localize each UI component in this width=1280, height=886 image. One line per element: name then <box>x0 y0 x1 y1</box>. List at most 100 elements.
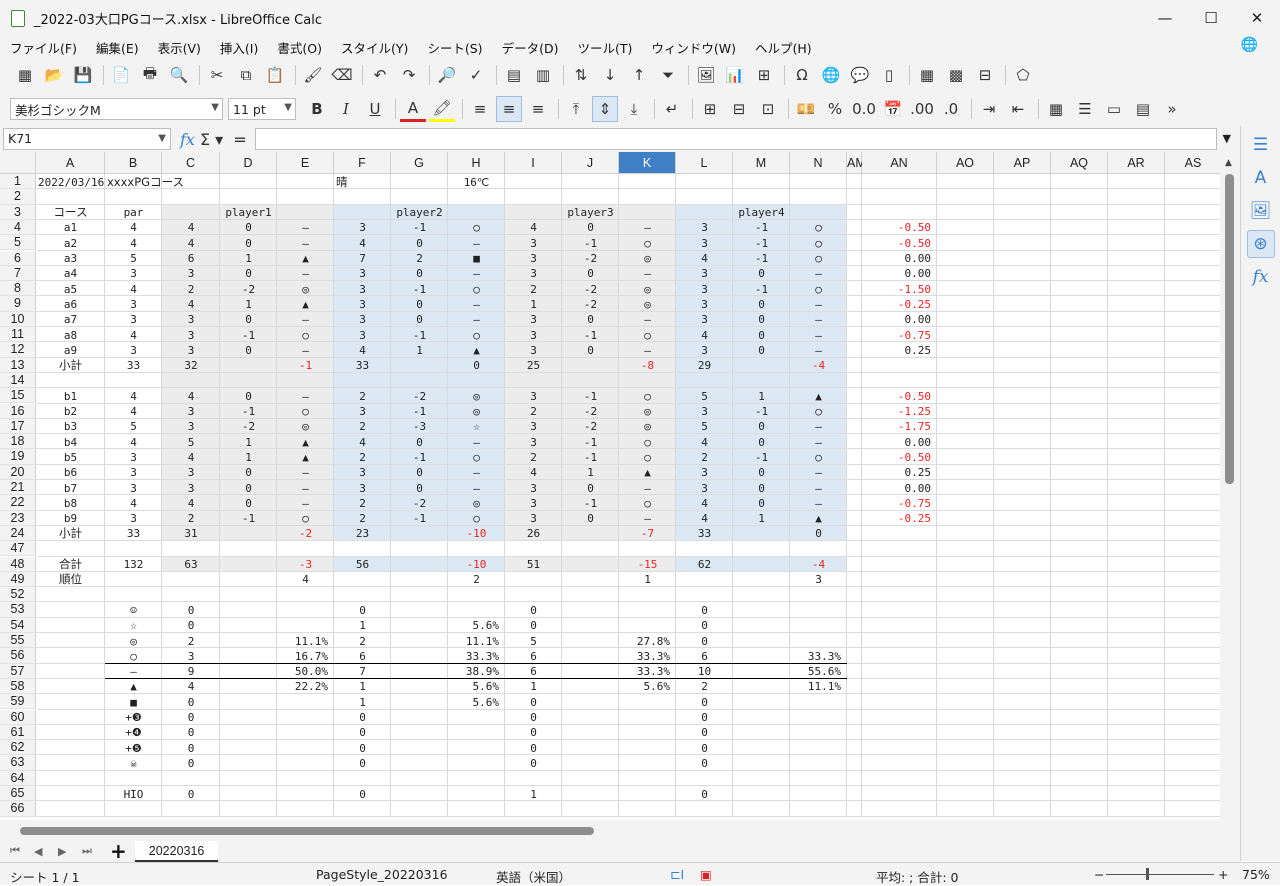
cell[interactable]: 2 <box>391 251 448 266</box>
cell[interactable]: 3 <box>790 572 847 587</box>
column-icon[interactable]: ▥ <box>530 62 556 88</box>
cell[interactable]: 38.9% <box>448 664 499 679</box>
cell[interactable]: 3 <box>676 220 733 235</box>
redo-icon[interactable]: ↷ <box>396 62 422 88</box>
cell[interactable]: 0 <box>162 787 220 802</box>
cell[interactable]: 3 <box>334 266 391 281</box>
scroll-up-icon[interactable]: ▲ <box>1225 158 1232 168</box>
cell[interactable]: 4 <box>676 511 733 526</box>
cell[interactable]: 4 <box>105 435 162 450</box>
row-header[interactable]: 52 <box>0 587 36 603</box>
bold-icon[interactable]: B <box>304 96 330 122</box>
cell[interactable]: 1 <box>334 695 391 710</box>
cell[interactable]: -1 <box>220 328 277 343</box>
cell[interactable]: 0 <box>220 236 277 251</box>
font-size-box[interactable]: 11 pt ▼ <box>228 98 296 120</box>
cell[interactable]: 0 <box>733 465 790 480</box>
row-header[interactable]: 19 <box>0 449 36 465</box>
cell[interactable]: 11.1% <box>790 679 841 694</box>
cell[interactable]: ■ <box>448 251 505 266</box>
cell[interactable]: 5 <box>676 389 733 404</box>
cell[interactable]: 4 <box>676 496 733 511</box>
row-header[interactable]: 59 <box>0 694 36 710</box>
menu-edit[interactable]: 編集(E) <box>86 38 148 57</box>
cell[interactable]: 63 <box>162 557 220 572</box>
cell[interactable]: 4 <box>162 496 220 511</box>
cell[interactable]: -4 <box>790 557 847 572</box>
cell[interactable]: — <box>448 435 505 450</box>
row-header[interactable]: 5 <box>0 235 36 251</box>
cell[interactable]: — <box>619 511 676 526</box>
menu-view[interactable]: 表示(V) <box>148 38 210 57</box>
cell[interactable]: 62 <box>676 557 733 572</box>
cell[interactable]: 0 <box>676 603 733 618</box>
row-header[interactable]: 23 <box>0 510 36 526</box>
styles-icon[interactable]: A <box>1247 164 1275 192</box>
cell[interactable]: +❸ <box>105 710 162 725</box>
vertical-scrollbar[interactable]: ▲ <box>1220 152 1240 820</box>
cell[interactable]: 3 <box>334 297 391 312</box>
cell[interactable]: 2 <box>162 282 220 297</box>
cell[interactable]: a3 <box>36 251 105 266</box>
cell[interactable]: 2 <box>448 572 505 587</box>
cell[interactable]: 0 <box>562 220 619 235</box>
cell[interactable]: -1 <box>220 511 277 526</box>
cell[interactable]: ○ <box>790 220 847 235</box>
border-color-icon[interactable]: ▭ <box>1101 96 1127 122</box>
column-header-m[interactable]: M <box>733 152 790 174</box>
cell[interactable]: ◎ <box>448 496 505 511</box>
cell[interactable]: — <box>277 266 334 281</box>
cell[interactable]: 3 <box>334 220 391 235</box>
cell[interactable]: ◎ <box>619 251 676 266</box>
cell[interactable]: — <box>619 343 676 358</box>
cell[interactable]: ☆ <box>105 618 162 633</box>
cell[interactable]: 3 <box>505 511 562 526</box>
cell[interactable]: 2 <box>162 511 220 526</box>
cell[interactable]: ☆ <box>448 419 505 434</box>
column-header-an[interactable]: AN <box>862 152 937 174</box>
add-sheet-icon[interactable]: + <box>110 839 127 863</box>
cell[interactable]: 3 <box>162 266 220 281</box>
cell[interactable]: 合計 <box>36 557 105 572</box>
status-language[interactable]: 英語（米国） <box>496 867 571 886</box>
row-header[interactable]: 55 <box>0 633 36 649</box>
cell[interactable]: 晴 <box>336 175 348 190</box>
cell[interactable]: ○ <box>105 649 162 664</box>
first-sheet-icon[interactable]: ⏮ <box>10 844 24 858</box>
cell[interactable]: -2 <box>562 282 619 297</box>
selection-mode-icon[interactable]: ⊏I <box>670 867 684 882</box>
cell[interactable]: 0 <box>733 297 790 312</box>
sheet-tab[interactable]: 20220316 <box>134 840 219 862</box>
cell[interactable]: -1 <box>562 328 619 343</box>
cell[interactable]: 4 <box>162 679 220 694</box>
column-header-ap[interactable]: AP <box>994 152 1051 174</box>
row-header[interactable]: 49 <box>0 571 36 588</box>
cell[interactable]: 33.3% <box>619 664 670 679</box>
cell[interactable]: 3 <box>105 312 162 327</box>
cell[interactable]: 0.25 <box>862 343 932 358</box>
cell[interactable]: 3 <box>105 297 162 312</box>
column-header-f[interactable]: F <box>334 152 391 174</box>
row-header[interactable]: 22 <box>0 495 36 511</box>
row-header[interactable]: 2 <box>0 189 36 205</box>
cell[interactable]: 0 <box>220 343 277 358</box>
cell[interactable]: +❹ <box>105 725 162 740</box>
cell[interactable]: b5 <box>36 450 105 465</box>
cell[interactable]: 3 <box>105 266 162 281</box>
cell[interactable]: 0 <box>391 236 448 251</box>
cell[interactable]: -1.50 <box>862 282 931 297</box>
formula-input[interactable] <box>254 128 1217 150</box>
cell[interactable]: ○ <box>448 450 505 465</box>
cell[interactable]: 0 <box>162 603 220 618</box>
cell[interactable]: 5.6% <box>619 679 671 694</box>
cell[interactable]: 2 <box>334 496 391 511</box>
cell[interactable]: 1 <box>562 465 619 480</box>
cell[interactable]: 0 <box>505 741 562 756</box>
cell[interactable]: -1 <box>562 435 619 450</box>
select-all-corner[interactable] <box>0 152 36 174</box>
document-modified-icon[interactable]: ▣ <box>700 867 712 882</box>
cell[interactable]: 5.6% <box>448 695 500 710</box>
special-character-icon[interactable]: Ω <box>789 62 815 88</box>
undo-icon[interactable]: ↶ <box>367 62 393 88</box>
cell[interactable]: ○ <box>448 220 505 235</box>
